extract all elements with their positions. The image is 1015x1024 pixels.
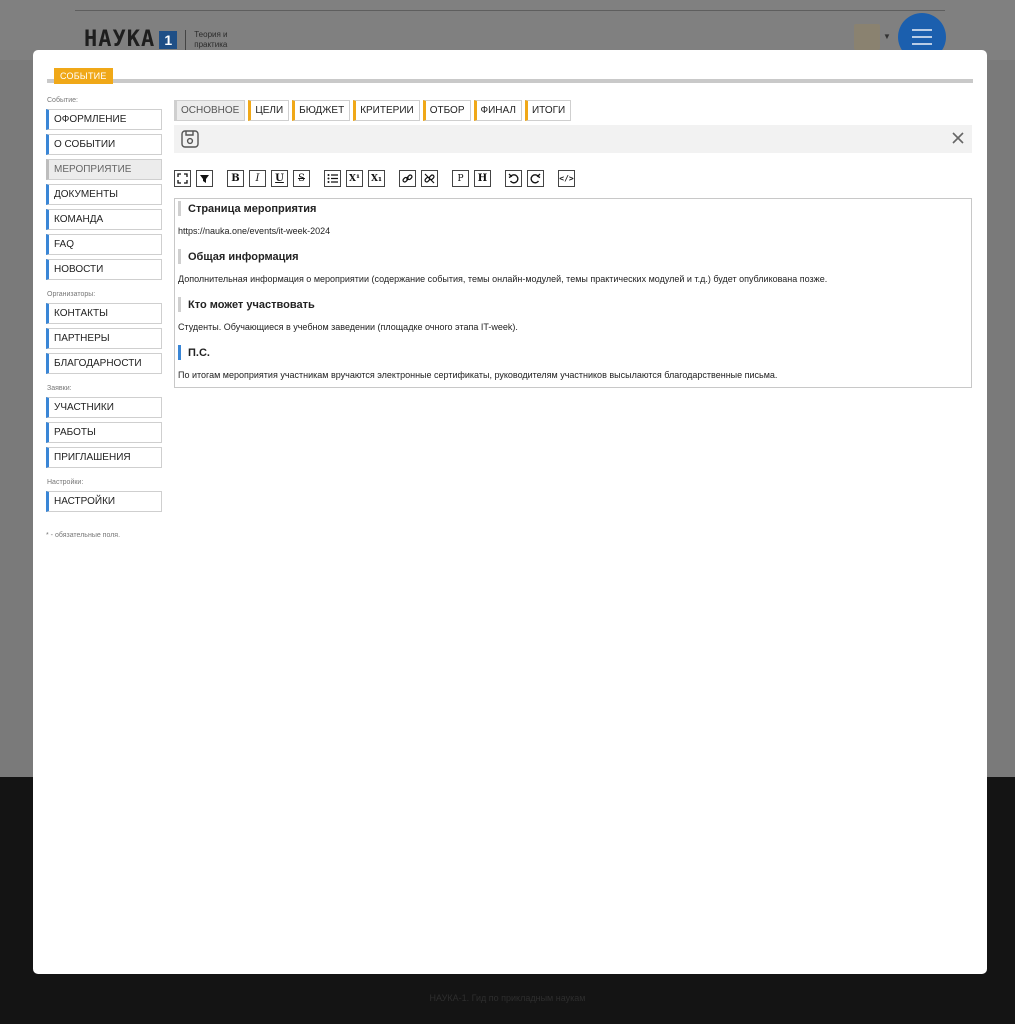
caret-down-icon[interactable]: ▼ <box>883 32 891 41</box>
fullscreen-icon[interactable] <box>174 170 191 187</box>
sidebar-item-settings[interactable]: НАСТРОЙКИ <box>46 491 162 512</box>
action-bar <box>174 125 972 153</box>
sidebar-item-documents[interactable]: ДОКУМЕНТЫ <box>46 184 162 205</box>
underline-button[interactable]: U <box>271 170 288 187</box>
required-fields-note: * - обязательные поля. <box>46 532 121 539</box>
save-icon[interactable] <box>180 129 200 149</box>
sidebar-group-label: Настройки: <box>47 479 84 486</box>
site-logo[interactable]: НАУКА 1 Теория и практика <box>84 27 244 52</box>
modal-header-line <box>47 79 973 83</box>
subscript-button[interactable]: X₁ <box>368 170 385 187</box>
sidebar-item-news[interactable]: НОВОСТИ <box>46 259 162 280</box>
tab-main[interactable]: ОСНОВНОЕ <box>174 100 246 121</box>
editor-paragraph: Студенты. Обучающиеся в учебном заведени… <box>178 322 518 332</box>
sidebar-item-event[interactable]: МЕРОПРИЯТИЕ <box>46 159 162 180</box>
sidebar-item-invitations[interactable]: ПРИГЛАШЕНИЯ <box>46 447 162 468</box>
sidebar-item-team[interactable]: КОМАНДА <box>46 209 162 230</box>
logo-separator <box>185 29 187 50</box>
strikethrough-button[interactable]: S <box>293 170 310 187</box>
editor-heading: Страница мероприятия <box>178 201 968 216</box>
tab-results[interactable]: ИТОГИ <box>524 100 572 121</box>
sidebar-item-partners[interactable]: ПАРТНЕРЫ <box>46 328 162 349</box>
user-avatar[interactable] <box>854 24 880 50</box>
sidebar-item-participants[interactable]: УЧАСТНИКИ <box>46 397 162 418</box>
sidebar-item-contacts[interactable]: КОНТАКТЫ <box>46 303 162 324</box>
editor-toolbar: B I U S X¹ X₁ P H </> <box>174 170 580 187</box>
sidebar-item-about[interactable]: О СОБЫТИИ <box>46 134 162 155</box>
sidebar-group-label: Организаторы: <box>47 291 96 298</box>
tab-selection[interactable]: ОТБОР <box>422 100 471 121</box>
superscript-button[interactable]: X¹ <box>346 170 363 187</box>
logo-tagline: Теория и практика <box>194 29 228 49</box>
tab-bar: ОСНОВНОЕ ЦЕЛИ БЮДЖЕТ КРИТЕРИИ ОТБОР ФИНА… <box>174 100 572 121</box>
sidebar-group-label: Заявки: <box>47 385 72 392</box>
rich-text-editor[interactable]: Страница мероприятия https://nauka.one/e… <box>174 198 972 388</box>
editor-paragraph: https://nauka.one/events/it-week-2024 <box>178 226 331 236</box>
section-tag: СОБЫТИЕ <box>54 68 113 84</box>
editor-paragraph: По итогам мероприятия участникам вручают… <box>178 370 778 380</box>
header-divider <box>75 10 945 11</box>
editor-heading: П.С. <box>178 345 968 360</box>
link-icon[interactable] <box>399 170 416 187</box>
editor-heading: Кто может участвовать <box>178 297 968 312</box>
source-code-button[interactable]: </> <box>558 170 575 187</box>
editor-paragraph: Дополнительная информация о мероприятии … <box>178 274 828 284</box>
tab-criteria[interactable]: КРИТЕРИИ <box>353 100 420 121</box>
close-icon[interactable] <box>951 131 965 145</box>
paragraph-button[interactable]: P <box>452 170 469 187</box>
sidebar-item-faq[interactable]: FAQ <box>46 234 162 255</box>
unlink-icon[interactable] <box>421 170 438 187</box>
logo-number: 1 <box>159 30 178 49</box>
sidebar-group-label: Событие: <box>47 97 78 104</box>
tab-budget[interactable]: БЮДЖЕТ <box>292 100 351 121</box>
sidebar-item-design[interactable]: ОФОРМЛЕНИЕ <box>46 109 162 130</box>
undo-icon[interactable] <box>505 170 522 187</box>
sidebar-item-works[interactable]: РАБОТЫ <box>46 422 162 443</box>
bullet-list-icon[interactable] <box>324 170 341 187</box>
footer-text: НАУКА-1. Гид по прикладным наукам <box>429 993 586 1003</box>
tab-final[interactable]: ФИНАЛ <box>473 100 522 121</box>
sidebar: Событие: ОФОРМЛЕНИЕ О СОБЫТИИ МЕРОПРИЯТИ… <box>46 97 162 539</box>
sidebar-item-thanks[interactable]: БЛАГОДАРНОСТИ <box>46 353 162 374</box>
redo-icon[interactable] <box>527 170 544 187</box>
logo-text: НАУКА <box>84 27 156 52</box>
event-editor-modal: СОБЫТИЕ Событие: ОФОРМЛЕНИЕ О СОБЫТИИ МЕ… <box>33 50 987 974</box>
clear-format-icon[interactable] <box>196 170 213 187</box>
editor-heading: Общая информация <box>178 249 968 264</box>
menu-bar-icon <box>912 36 932 38</box>
heading-button[interactable]: H <box>474 170 491 187</box>
italic-button[interactable]: I <box>249 170 266 187</box>
tab-goals[interactable]: ЦЕЛИ <box>248 100 290 121</box>
menu-bar-icon <box>912 29 932 31</box>
menu-bar-icon <box>912 43 932 45</box>
bold-button[interactable]: B <box>227 170 244 187</box>
